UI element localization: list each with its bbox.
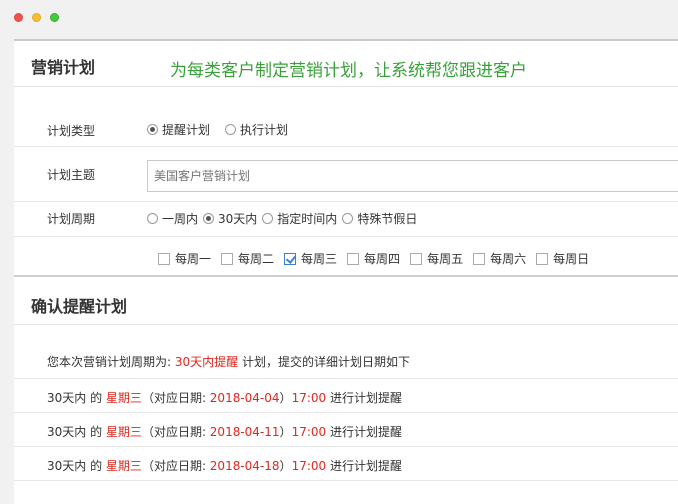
radio-unchecked-icon[interactable]	[262, 213, 274, 224]
plan-cycle-option-30days[interactable]: 30天内	[203, 210, 257, 227]
entry-connector: 的	[86, 425, 106, 439]
schedule-entry: 30天内 的 星期三（对应日期: 2018-04-18）17:00 进行计划提醒	[14, 447, 678, 481]
schedule-entry-text: 30天内 的 星期三（对应日期: 2018-04-18）17:00 进行计划提醒	[47, 457, 402, 474]
weekday-sat[interactable]: 每周六	[473, 250, 526, 267]
plan-cycle-option-holiday[interactable]: 特殊节假日	[342, 210, 417, 227]
entry-weekday: 星期三	[105, 459, 142, 473]
plan-type-option-execute[interactable]: 执行计划	[225, 121, 288, 138]
entry-date-prefix: （对应日期:	[141, 425, 210, 439]
weekday-label: 每周四	[364, 252, 401, 266]
radio-unchecked-icon[interactable]	[147, 213, 158, 224]
plan-type-option-remind[interactable]: 提醒计划	[147, 121, 210, 138]
entry-date-prefix: （对应日期:	[141, 459, 210, 473]
weekday-options: 每周一 每周二 每周三 每周四 每周五 每周六 每周日	[158, 250, 599, 267]
window-titlebar	[0, 0, 678, 38]
plan-cycle-row: 计划周期 一周内 30天内 指定时间内 特殊节假日	[14, 202, 678, 237]
close-window-button[interactable]	[14, 13, 23, 22]
entry-action: 进行计划提醒	[326, 425, 402, 439]
plan-type-options: 提醒计划 执行计划	[147, 121, 293, 138]
entry-connector: 的	[86, 391, 106, 405]
plan-subject-label: 计划主题	[47, 168, 96, 182]
plan-type-row: 计划类型 提醒计划 执行计划	[14, 107, 678, 147]
checkbox-unchecked-icon[interactable]	[536, 252, 549, 265]
weekday-row: 每周一 每周二 每周三 每周四 每周五 每周六 每周日	[14, 237, 678, 277]
entry-period: 30天内	[47, 459, 87, 473]
summary-highlight: 30天内提醒	[174, 355, 239, 369]
weekday-mon[interactable]: 每周一	[158, 250, 211, 267]
entry-connector: 的	[86, 459, 106, 473]
weekday-label: 每周一	[175, 252, 212, 266]
checkbox-unchecked-icon[interactable]	[410, 252, 423, 265]
plan-summary: 您本次营销计划周期为: 30天内提醒 计划，提交的详细计划日期如下	[14, 341, 678, 379]
plan-type-option-label: 提醒计划	[162, 123, 211, 137]
entry-period: 30天内	[47, 425, 87, 439]
entry-weekday: 星期三	[105, 425, 142, 439]
checkbox-checked-icon[interactable]	[284, 252, 297, 265]
plan-section-title: 营销计划	[31, 58, 96, 77]
weekday-sun[interactable]: 每周日	[536, 250, 589, 267]
plan-cycle-label: 计划周期	[47, 212, 96, 226]
checkbox-unchecked-icon[interactable]	[221, 252, 234, 265]
confirm-section-header: 确认提醒计划	[14, 279, 678, 325]
schedule-entry-text: 30天内 的 星期三（对应日期: 2018-04-11）17:00 进行计划提醒	[47, 423, 402, 440]
plan-section-header: 营销计划 为每类客户制定营销计划，让系统帮您跟进客户	[14, 41, 678, 87]
checkbox-unchecked-icon[interactable]	[158, 252, 170, 265]
confirm-section-title: 确认提醒计划	[31, 297, 128, 316]
entry-date-prefix: （对应日期:	[141, 391, 210, 405]
weekday-label: 每周五	[427, 252, 464, 266]
entry-action: 进行计划提醒	[326, 391, 402, 405]
plan-cycle-option-label: 30天内	[218, 212, 258, 226]
schedule-entry: 30天内 的 星期三（对应日期: 2018-04-04）17:00 进行计划提醒	[14, 379, 678, 413]
entry-time: 17:00	[291, 391, 327, 405]
summary-prefix: 您本次营销计划周期为:	[47, 355, 175, 369]
weekday-wed[interactable]: 每周三	[284, 250, 337, 267]
weekday-fri[interactable]: 每周五	[410, 250, 463, 267]
minimize-window-button[interactable]	[32, 13, 41, 22]
schedule-entry: 30天内 的 星期三（对应日期: 2018-04-11）17:00 进行计划提醒	[14, 413, 678, 447]
entry-date: 2018-04-04	[209, 391, 280, 405]
plan-cycle-option-week[interactable]: 一周内	[147, 210, 198, 227]
weekday-thu[interactable]: 每周四	[347, 250, 400, 267]
radio-unchecked-icon[interactable]	[225, 124, 237, 135]
entry-date-suffix: ）	[279, 391, 292, 405]
plan-cycle-option-label: 指定时间内	[277, 212, 338, 226]
checkbox-unchecked-icon[interactable]	[347, 252, 360, 265]
weekday-label: 每周三	[301, 252, 338, 266]
plan-subject-input[interactable]	[147, 160, 678, 192]
radio-checked-icon[interactable]	[147, 124, 158, 135]
checkbox-unchecked-icon[interactable]	[473, 252, 486, 265]
schedule-entry-text: 30天内 的 星期三（对应日期: 2018-04-04）17:00 进行计划提醒	[47, 389, 402, 406]
plan-cycle-option-label: 一周内	[162, 212, 199, 226]
zoom-window-button[interactable]	[50, 13, 59, 22]
entry-date: 2018-04-18	[209, 459, 280, 473]
entry-time: 17:00	[291, 425, 327, 439]
plan-cycle-option-custom[interactable]: 指定时间内	[262, 210, 337, 227]
entry-time: 17:00	[291, 459, 327, 473]
radio-checked-icon[interactable]	[203, 213, 215, 224]
weekday-label: 每周日	[553, 252, 590, 266]
plan-slogan: 为每类客户制定营销计划，让系统帮您跟进客户	[170, 61, 527, 81]
entry-date-suffix: ）	[279, 425, 292, 439]
weekday-label: 每周六	[490, 252, 527, 266]
entry-period: 30天内	[47, 391, 87, 405]
entry-weekday: 星期三	[105, 391, 142, 405]
entry-date-suffix: ）	[279, 459, 292, 473]
entry-date: 2018-04-11	[209, 425, 280, 439]
plan-cycle-option-label: 特殊节假日	[357, 212, 418, 226]
plan-summary-text: 您本次营销计划周期为: 30天内提醒 计划，提交的详细计划日期如下	[47, 353, 410, 370]
plan-subject-row: 计划主题	[14, 147, 678, 202]
weekday-label: 每周二	[238, 252, 275, 266]
radio-unchecked-icon[interactable]	[342, 213, 354, 224]
weekday-tue[interactable]: 每周二	[221, 250, 274, 267]
plan-cycle-options: 一周内 30天内 指定时间内 特殊节假日	[147, 210, 422, 227]
plan-type-label: 计划类型	[47, 124, 96, 138]
plan-type-option-label: 执行计划	[240, 123, 289, 137]
summary-suffix: 计划，提交的详细计划日期如下	[238, 355, 410, 369]
plan-card: 营销计划 为每类客户制定营销计划，让系统帮您跟进客户 计划类型 提醒计划 执行计…	[14, 39, 678, 504]
entry-action: 进行计划提醒	[326, 459, 402, 473]
